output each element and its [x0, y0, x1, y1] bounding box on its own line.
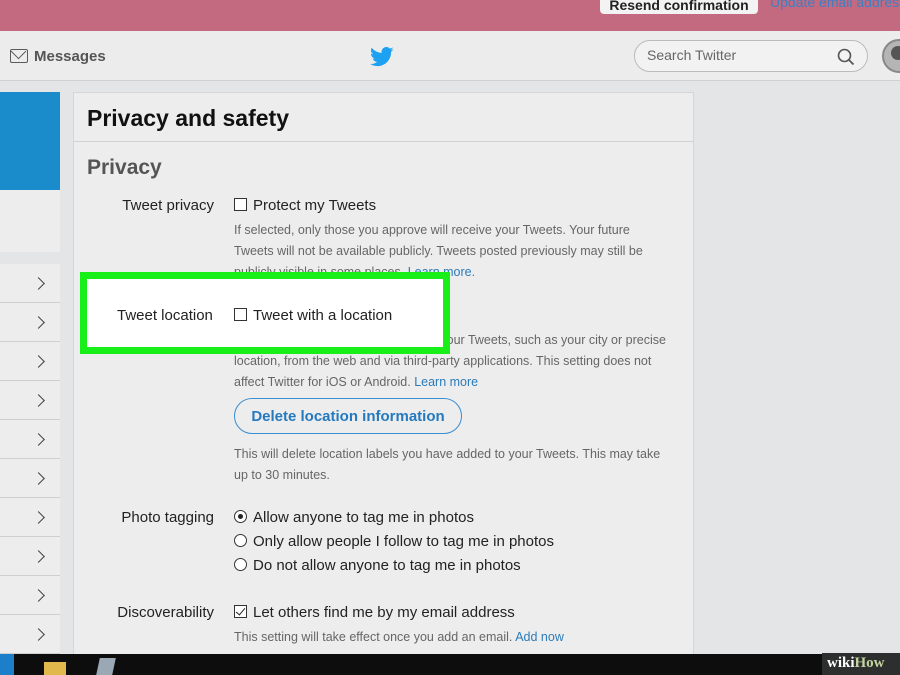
description-line: This setting will take effect once you a… — [234, 630, 513, 644]
sidebar-item[interactable] — [0, 342, 60, 381]
sidebar-item[interactable] — [0, 420, 60, 459]
sidebar-item[interactable] — [0, 498, 60, 537]
chevron-right-icon — [32, 550, 45, 563]
search-box — [634, 40, 868, 72]
delete-location-description: This will delete location labels you hav… — [234, 444, 674, 486]
chevron-right-icon — [32, 277, 45, 290]
settings-sidebar — [0, 264, 60, 654]
browser-taskbar-icon[interactable] — [0, 654, 14, 675]
search-icon[interactable] — [837, 48, 855, 66]
description-line: If selected, only those you approve will… — [234, 223, 630, 237]
chevron-right-icon — [32, 433, 45, 446]
protect-tweets-label: Protect my Tweets — [253, 197, 377, 214]
photo-tagging-option-label: Allow anyone to tag me in photos — [253, 509, 474, 526]
description-line: up to 30 minutes. — [234, 468, 330, 482]
update-email-link[interactable]: Update email address — [770, 0, 900, 10]
photo-tagging-option-label: Do not allow anyone to tag me in photos — [253, 557, 521, 574]
radio-button[interactable] — [234, 558, 247, 571]
sidebar-item[interactable] — [0, 537, 60, 576]
chevron-right-icon — [32, 589, 45, 602]
wikihow-watermark: wikiHow — [822, 653, 900, 675]
top-navigation-bar: Messages — [0, 31, 900, 81]
watermark-how: How — [854, 655, 885, 671]
sidebar-profile-card — [0, 92, 60, 190]
chevron-right-icon — [32, 472, 45, 485]
panel-header: Privacy and safety — [74, 93, 693, 142]
tweet-with-location-label: Tweet with a location — [253, 307, 393, 324]
sidebar-item[interactable] — [0, 459, 60, 498]
messages-link[interactable]: Messages — [34, 48, 106, 65]
tweet-privacy-label: Tweet privacy — [122, 197, 214, 214]
chevron-right-icon — [32, 511, 45, 524]
sidebar-item[interactable] — [0, 381, 60, 420]
chevron-right-icon — [32, 316, 45, 329]
section-title: Privacy — [87, 156, 162, 179]
delete-location-button[interactable]: Delete location information — [234, 398, 462, 434]
chevron-right-icon — [32, 628, 45, 641]
description-line: location, from the web and via third-par… — [234, 354, 652, 368]
twitter-bird-icon[interactable] — [370, 47, 394, 67]
avatar[interactable] — [882, 39, 900, 73]
sidebar-item[interactable] — [0, 576, 60, 615]
tweet-location-label: Tweet location — [117, 307, 213, 324]
tweet-with-location-option[interactable]: Tweet with a location — [234, 307, 392, 324]
description-line: affect Twitter for iOS or Android. — [234, 375, 411, 389]
discoverability-option-label: Let others find me by my email address — [253, 604, 515, 621]
radio-button-selected[interactable] — [234, 510, 247, 523]
protect-tweets-checkbox[interactable] — [234, 198, 247, 211]
photo-tagging-option-label: Only allow people I follow to tag me in … — [253, 533, 555, 550]
app-taskbar-icon[interactable] — [96, 658, 116, 675]
os-taskbar — [0, 654, 900, 675]
sidebar-item[interactable] — [0, 264, 60, 303]
radio-button[interactable] — [234, 534, 247, 547]
resend-confirmation-button[interactable]: Resend confirmation — [600, 0, 758, 14]
photo-tagging-option[interactable]: Only allow people I follow to tag me in … — [234, 533, 554, 550]
sidebar-profile-info — [0, 190, 60, 252]
discoverability-checkbox[interactable] — [234, 605, 247, 618]
discoverability-description: This setting will take effect once you a… — [234, 627, 674, 648]
sidebar-item[interactable] — [0, 615, 60, 654]
watermark-wiki: wiki — [827, 655, 855, 671]
description-line: Tweets will not be available publicly. T… — [234, 244, 643, 258]
email-confirm-banner: Resend confirmation Update email address — [0, 0, 900, 31]
chevron-right-icon — [32, 355, 45, 368]
envelope-icon[interactable] — [10, 49, 28, 63]
photo-tagging-label: Photo tagging — [121, 509, 214, 526]
photo-tagging-option[interactable]: Allow anyone to tag me in photos — [234, 509, 474, 526]
privacy-settings-panel: Privacy and safety Privacy Tweet privacy… — [73, 92, 694, 662]
chevron-right-icon — [32, 394, 45, 407]
protect-tweets-option[interactable]: Protect my Tweets — [234, 197, 376, 214]
tweet-location-highlight: Tweet location Tweet with a location — [80, 272, 450, 354]
search-input[interactable] — [647, 47, 827, 63]
description-line: This will delete location labels you hav… — [234, 447, 661, 461]
learn-more-link[interactable]: Learn more — [414, 375, 478, 389]
discoverability-email-option[interactable]: Let others find me by my email address — [234, 604, 515, 621]
discoverability-label: Discoverability — [117, 604, 214, 621]
tweet-with-location-checkbox[interactable] — [234, 308, 247, 321]
page-title: Privacy and safety — [87, 105, 290, 131]
folder-icon[interactable] — [44, 662, 66, 675]
photo-tagging-option[interactable]: Do not allow anyone to tag me in photos — [234, 557, 521, 574]
sidebar-item[interactable] — [0, 303, 60, 342]
add-now-link[interactable]: Add now — [515, 630, 564, 644]
